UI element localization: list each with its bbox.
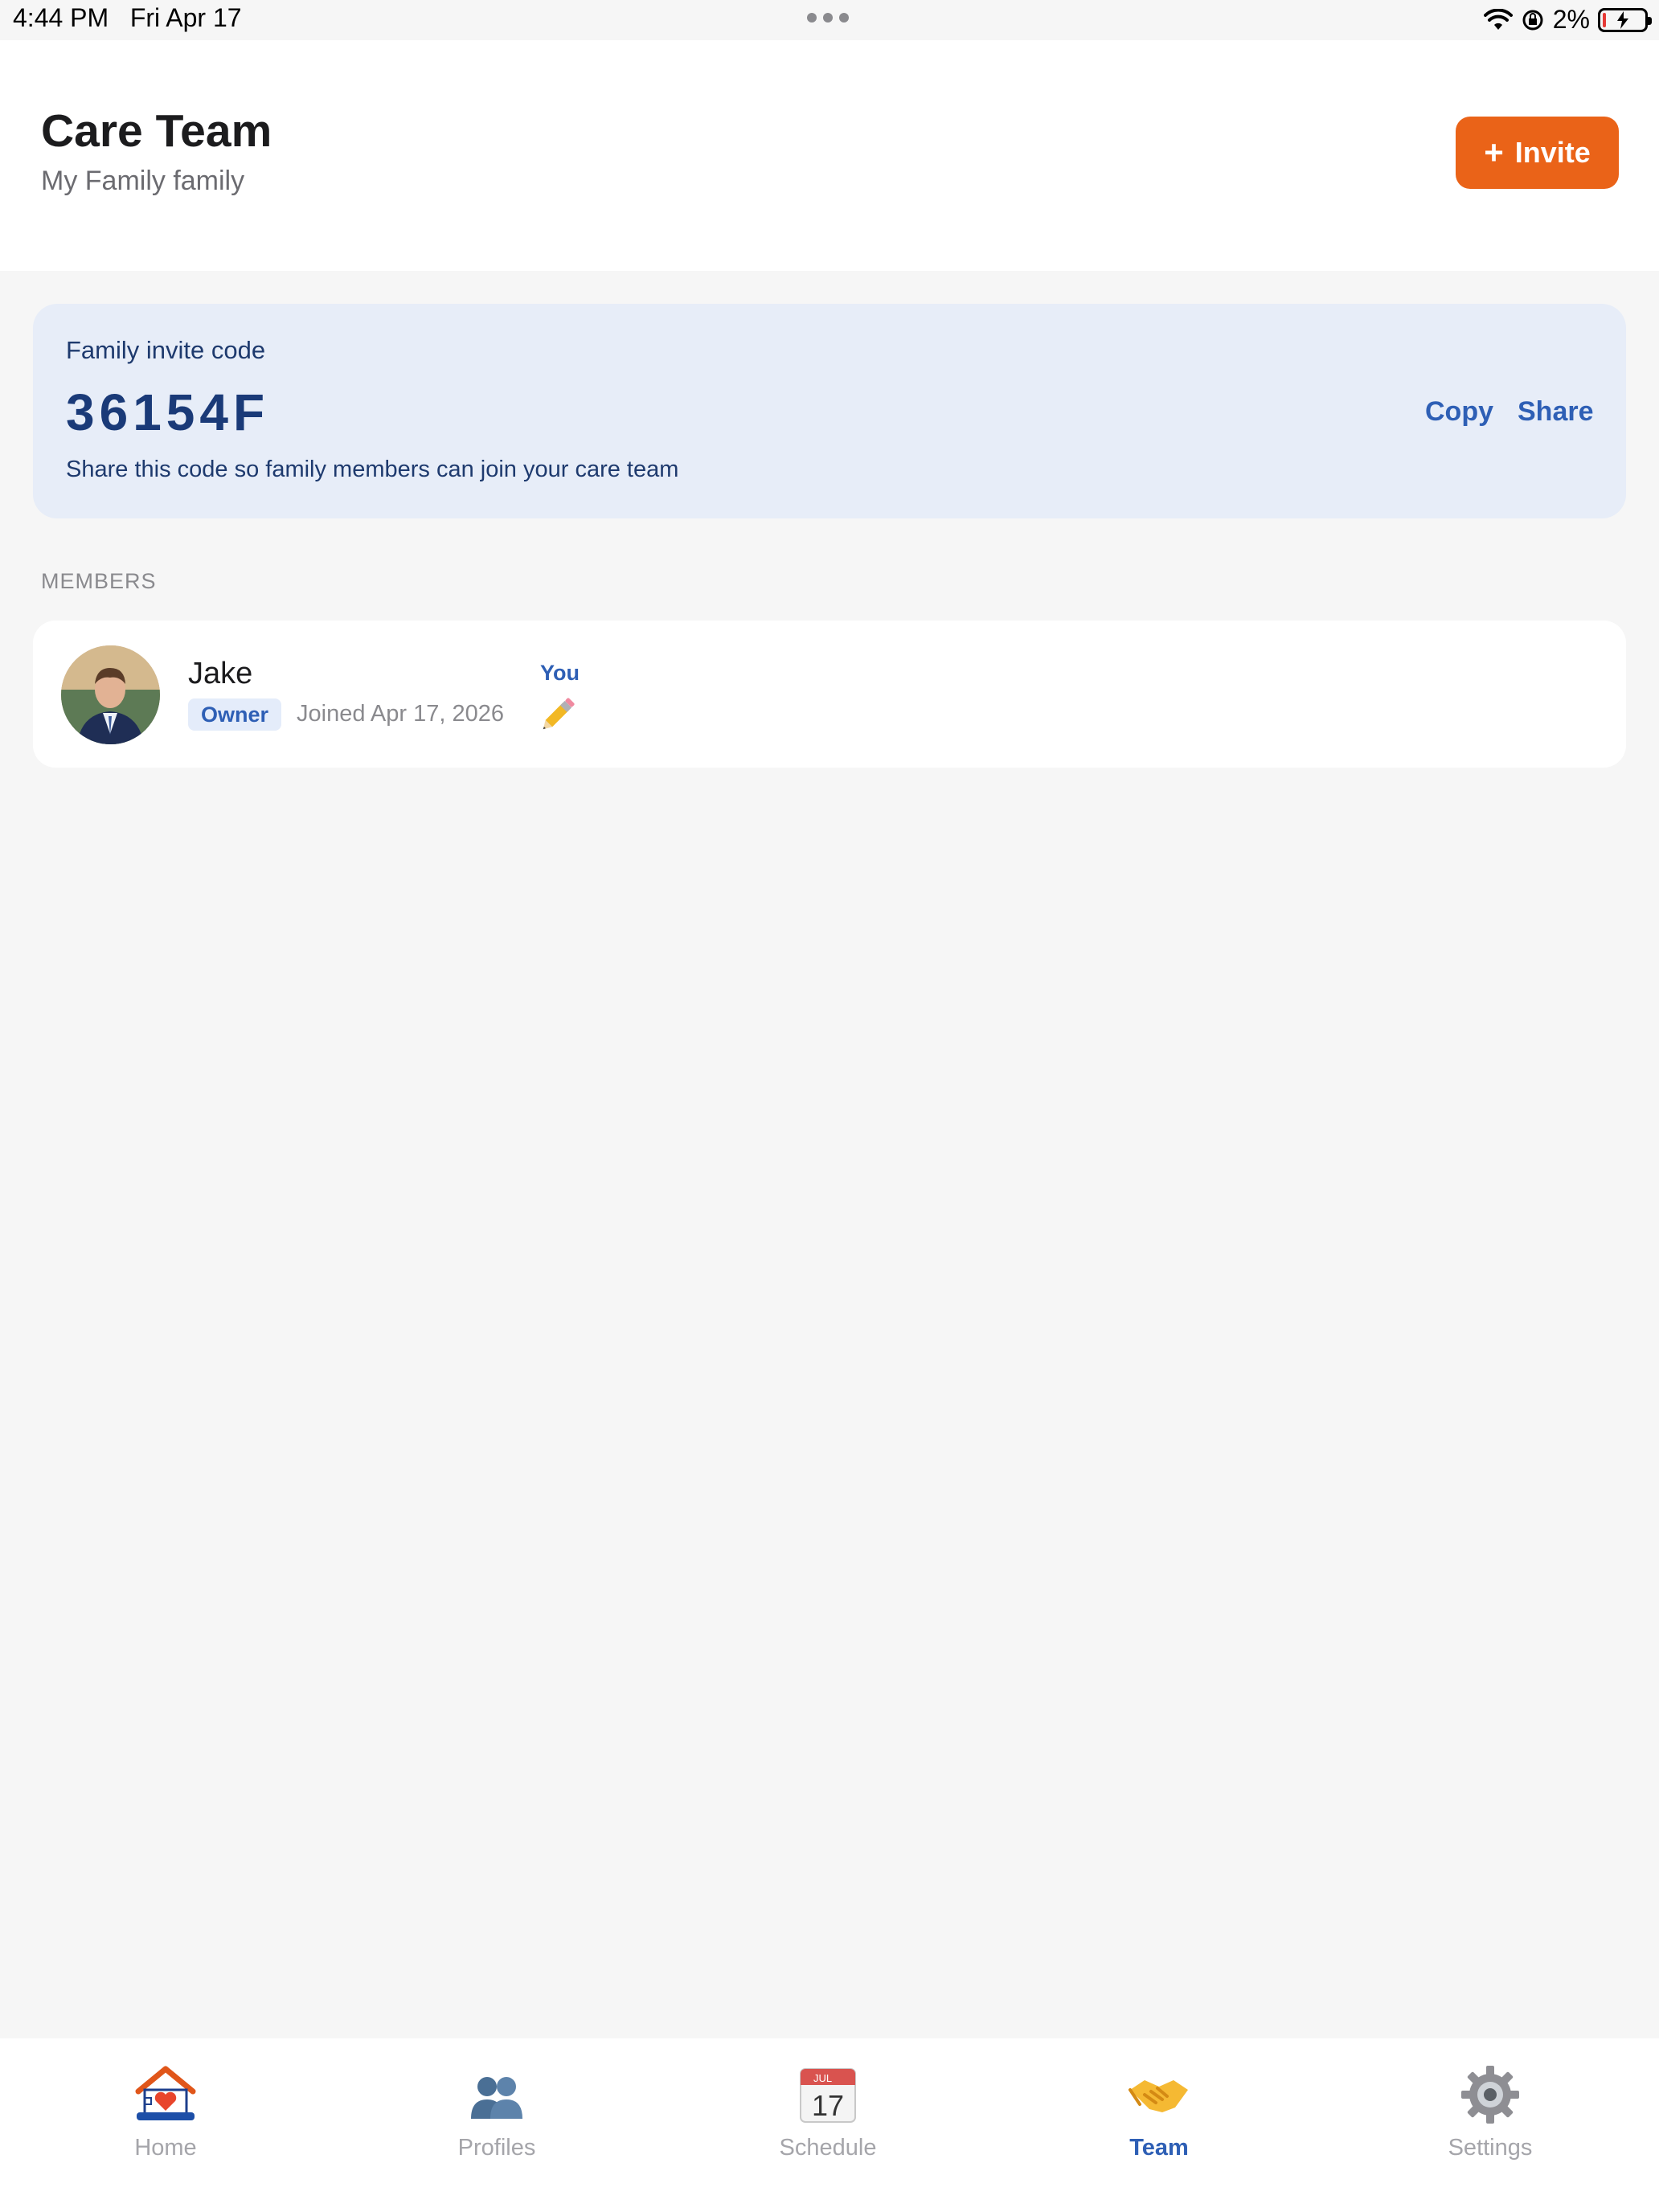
tab-settings[interactable]: Settings <box>1325 2038 1656 2212</box>
page-subtitle: My Family family <box>41 166 245 196</box>
calendar-day: 17 <box>812 2089 844 2122</box>
wifi-icon <box>1483 8 1513 30</box>
members-section-heading: MEMBERS <box>41 569 157 593</box>
invite-button-label: Invite <box>1514 136 1591 169</box>
member-name: Jake <box>188 657 253 690</box>
battery-percent: 2% <box>1552 5 1590 34</box>
status-date: Fri Apr 17 <box>129 3 242 32</box>
plus-icon: + <box>1484 133 1504 171</box>
role-badge: Owner <box>188 698 282 731</box>
member-joined-date: Joined Apr 17, 2026 <box>297 701 504 727</box>
invite-code-value: 36154F <box>66 383 270 441</box>
battery-icon <box>1598 7 1652 32</box>
share-code-button[interactable]: Share <box>1518 396 1594 428</box>
status-indicators: 2% <box>1483 5 1652 35</box>
orientation-lock-icon <box>1522 10 1543 30</box>
status-clock: 4:44 PM <box>13 3 109 32</box>
tab-profiles[interactable]: Profiles <box>331 2038 662 2212</box>
tab-schedule[interactable]: JUL 17 Schedule <box>662 2038 993 2212</box>
tab-settings-label: Settings <box>1448 2135 1533 2161</box>
calendar-month: JUL <box>813 2072 832 2084</box>
gear-icon <box>1461 2066 1519 2124</box>
tab-team-label: Team <box>1129 2135 1189 2161</box>
you-badge: You <box>540 661 580 685</box>
profiles-icon <box>471 2077 522 2119</box>
tab-schedule-label: Schedule <box>779 2135 877 2161</box>
calendar-icon: JUL 17 <box>800 2068 856 2123</box>
handshake-icon <box>1129 2080 1188 2112</box>
copy-code-button[interactable]: Copy <box>1425 396 1493 428</box>
member-row[interactable]: Jake Owner Joined Apr 17, 2026 You <box>33 621 1626 768</box>
status-time: 4:44 PM Fri Apr 17 <box>13 3 242 33</box>
invite-code-card: Family invite code 36154F Share this cod… <box>33 304 1626 518</box>
tab-home-label: Home <box>134 2135 197 2161</box>
tab-team[interactable]: Team <box>993 2038 1325 2212</box>
page-title: Care Team <box>41 105 272 157</box>
tab-profiles-label: Profiles <box>457 2135 536 2161</box>
tab-home[interactable]: Home <box>0 2038 331 2212</box>
invite-code-hint: Share this code so family members can jo… <box>66 457 679 482</box>
invite-code-label: Family invite code <box>66 336 266 364</box>
status-bar: 4:44 PM Fri Apr 17 2% <box>0 0 1659 40</box>
avatar <box>61 645 160 744</box>
pencil-icon[interactable] <box>539 691 581 733</box>
invite-button[interactable]: + Invite <box>1456 117 1619 189</box>
home-icon <box>135 2066 196 2120</box>
multitasking-dots-icon[interactable] <box>807 13 849 23</box>
tab-bar: Home Profiles JUL 17 Schedule Team Setti… <box>0 2038 1659 2212</box>
